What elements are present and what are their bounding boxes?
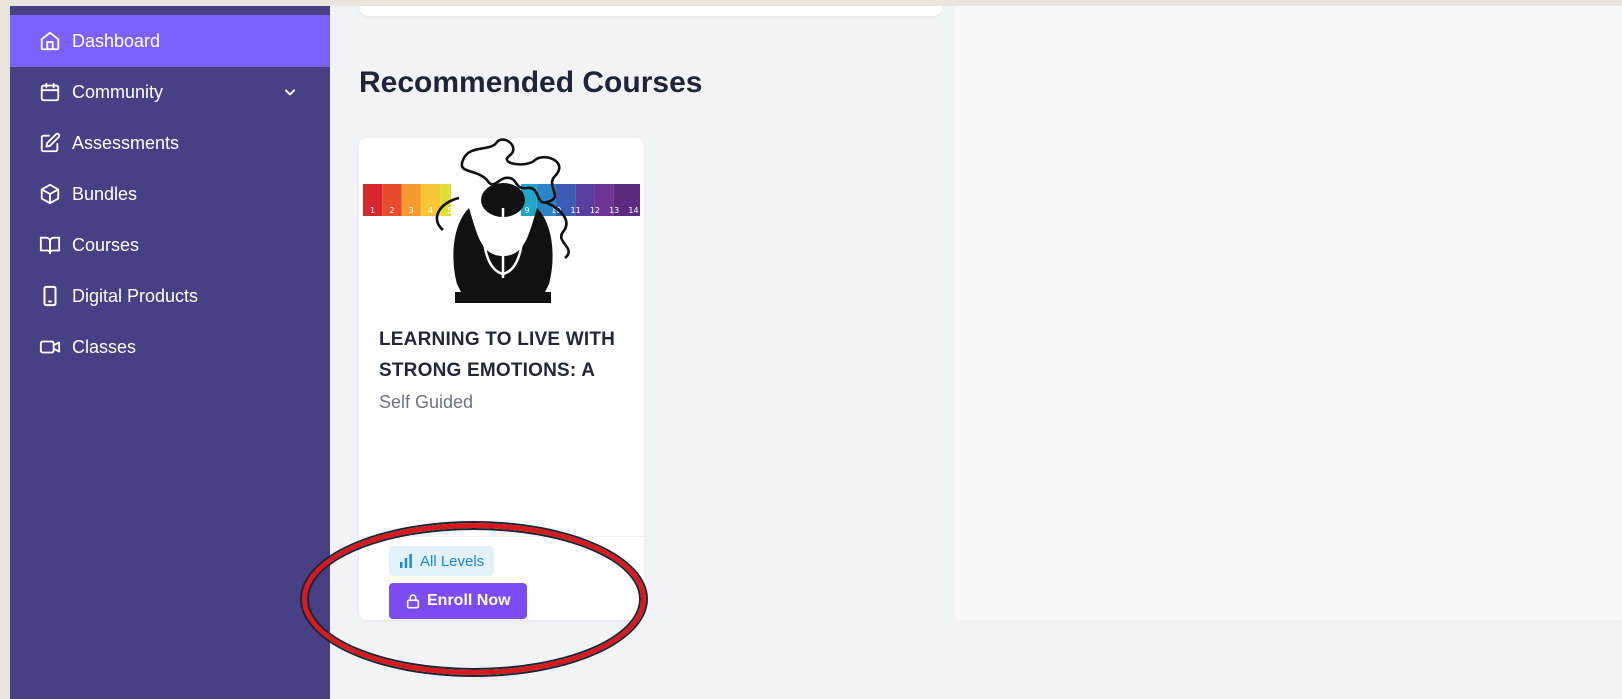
enroll-now-label: Enroll Now [427, 592, 511, 609]
sidebar-item-label: Classes [72, 336, 137, 357]
sidebar-item-label: Bundles [72, 183, 138, 204]
bar-chart-icon [399, 554, 413, 568]
scale-number: 13 [609, 206, 619, 215]
scale-number: 4 [428, 206, 433, 215]
card-divider [359, 536, 644, 537]
home-icon [38, 29, 62, 53]
distressed-figure-icon [435, 138, 570, 303]
app-frame: Dashboard Community Assessments Bundles [10, 6, 1622, 699]
course-thumbnail: 1 2 3 4 5 6 7 8 9 10 11 12 13 14 [363, 138, 640, 303]
scale-number: 12 [590, 206, 600, 215]
level-badge: All Levels [389, 546, 495, 576]
book-open-icon [38, 233, 62, 257]
sidebar-item-assessments[interactable]: Assessments [10, 117, 330, 169]
sidebar-item-digital-products[interactable]: Digital Products [10, 270, 330, 322]
tablet-icon [38, 284, 62, 308]
level-label: All Levels [420, 552, 485, 570]
enroll-now-button[interactable]: Enroll Now [389, 583, 527, 619]
sidebar-item-courses[interactable]: Courses [10, 219, 330, 271]
course-title-line: LEARNING TO LIVE WITH [379, 329, 616, 350]
video-icon [38, 335, 62, 359]
sidebar-item-label: Courses [72, 234, 140, 255]
course-title-line: STRONG EMOTIONS: A [379, 360, 596, 381]
scale-number: 9 [524, 206, 529, 215]
calendar-icon [38, 80, 62, 104]
sidebar-item-label: Assessments [72, 132, 180, 153]
edit-icon [38, 131, 62, 155]
sidebar-item-label: Dashboard [72, 30, 161, 51]
sidebar-item-bundles[interactable]: Bundles [10, 168, 330, 220]
scale-number: 11 [571, 206, 581, 215]
content-panel [955, 6, 1622, 620]
sidebar-item-community[interactable]: Community [10, 66, 330, 118]
chevron-down-icon[interactable] [280, 82, 300, 102]
sidebar-item-classes[interactable]: Classes [10, 321, 330, 373]
main-content: Recommended Courses 1 2 3 4 5 9 10 11 12… [330, 6, 1622, 699]
scale-number: 3 [409, 206, 414, 215]
scale-number: 14 [628, 206, 638, 215]
sidebar-item-label: Digital Products [72, 285, 199, 306]
previous-card [359, 6, 943, 16]
sidebar: Dashboard Community Assessments Bundles [10, 6, 330, 699]
section-title: Recommended Courses [359, 66, 703, 99]
sidebar-item-dashboard[interactable]: Dashboard [10, 15, 330, 67]
course-card[interactable]: 1 2 3 4 5 6 7 8 9 10 11 12 13 14 [359, 138, 644, 620]
course-title[interactable]: LEARNING TO LIVE WITH STRONG EMOTIONS: A [379, 324, 629, 386]
sidebar-item-label: Community [72, 81, 164, 102]
scale-number: 1 [370, 206, 375, 215]
lock-icon [405, 593, 421, 609]
scale-number: 2 [389, 206, 394, 215]
cube-icon [38, 182, 62, 206]
course-type: Self Guided [379, 392, 474, 412]
